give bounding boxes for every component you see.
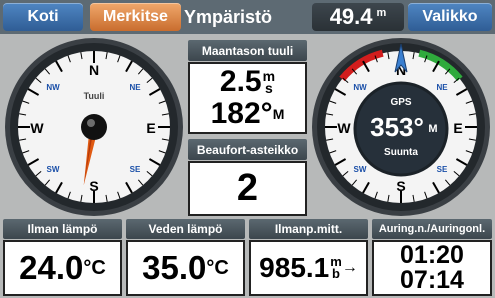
gps-ne-label: NE xyxy=(436,83,448,92)
gps-se-label: SE xyxy=(437,165,448,174)
heading-value: 353° xyxy=(370,112,424,142)
menu-button[interactable]: Valikko xyxy=(408,3,492,31)
heading-suffix: M xyxy=(428,123,437,135)
sunset-value: 07:14 xyxy=(400,266,464,294)
sun-title: Auring.n./Auringonl. xyxy=(372,219,492,239)
beaufort-title: Beaufort-asteikko xyxy=(188,139,307,160)
beaufort-value: 2 xyxy=(236,167,259,209)
depth-unit: m xyxy=(376,7,387,19)
wind-speed-unit-bottom: s xyxy=(264,80,273,96)
air-temp-unit: °C xyxy=(83,256,106,279)
wind-se-label: SE xyxy=(130,165,141,174)
gps-w-label: W xyxy=(337,120,351,136)
wind-w-label: W xyxy=(30,120,44,136)
depth-readout[interactable]: 49.4 m xyxy=(312,3,404,31)
water-temp-unit: °C xyxy=(206,256,229,279)
pressure-title: Ilmanp.mitt. xyxy=(249,219,368,239)
water-temp-panel[interactable]: 35.0 °C xyxy=(126,240,245,296)
wind-label: Tuuli xyxy=(84,91,105,101)
gps-sw-label: SW xyxy=(354,165,367,174)
pressure-unit-bottom: b xyxy=(332,266,340,281)
wind-direction-value: 182° xyxy=(210,97,273,130)
heading-label: Suunta xyxy=(384,147,418,158)
wind-n-label: N xyxy=(89,62,99,78)
wind-ne-label: NE xyxy=(129,83,141,92)
wind-hub xyxy=(81,114,107,140)
ground-wind-panel[interactable]: 2.5 ms 182° M xyxy=(188,62,307,134)
sunrise-value: 01:20 xyxy=(400,241,464,269)
sun-panel[interactable]: 01:20 07:14 xyxy=(372,240,492,296)
gps-compass-gauge: N S E W NW NE SW SE GPS 353° M Suunta xyxy=(312,38,490,216)
wind-nw-label: NW xyxy=(46,83,60,92)
gps-s-label: S xyxy=(396,178,405,194)
wind-speed-value: 2.5 xyxy=(219,65,262,98)
wind-compass-gauge: N S E W NW NE SW SE Tuuli xyxy=(5,38,183,216)
wind-s-label: S xyxy=(89,178,98,194)
mark-button[interactable]: Merkitse xyxy=(90,3,181,31)
pressure-panel[interactable]: 985.1 mb → xyxy=(249,240,368,296)
wind-sw-label: SW xyxy=(47,165,60,174)
ground-wind-title: Maantason tuuli xyxy=(188,40,307,61)
gps-nw-label: NW xyxy=(353,83,367,92)
beaufort-panel[interactable]: 2 xyxy=(188,161,307,216)
pressure-trend-icon: → xyxy=(341,259,358,276)
gps-label: GPS xyxy=(390,97,411,108)
air-temp-title: Ilman lämpö xyxy=(3,219,122,239)
page-title: Ympäristö xyxy=(184,6,273,27)
gps-e-label: E xyxy=(453,120,462,136)
air-temp-value: 24.0 xyxy=(19,249,84,286)
home-button[interactable]: Koti xyxy=(3,3,83,31)
wind-e-label: E xyxy=(146,120,155,136)
air-temp-panel[interactable]: 24.0 °C xyxy=(3,240,122,296)
depth-value: 49.4 xyxy=(329,4,373,29)
wind-direction-suffix: M xyxy=(272,106,285,122)
pressure-value: 985.1 xyxy=(259,252,330,283)
water-temp-value: 35.0 xyxy=(142,249,207,286)
water-temp-title: Veden lämpö xyxy=(126,219,245,239)
